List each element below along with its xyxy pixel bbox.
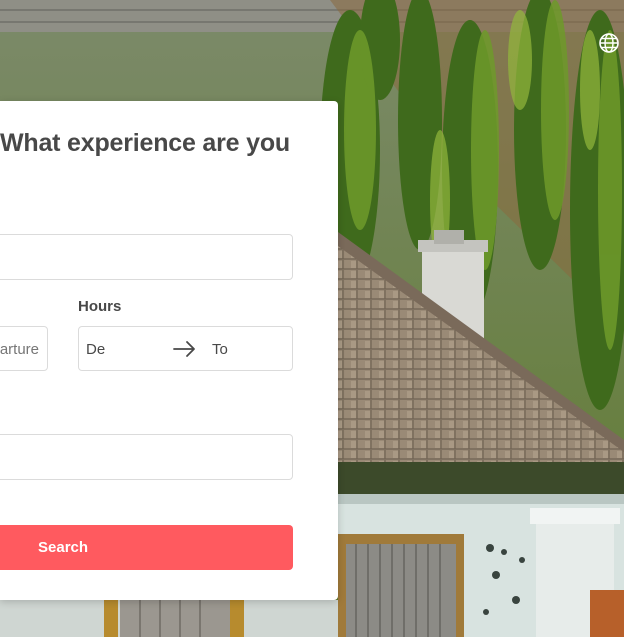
departure-date-input[interactable]: arture <box>0 326 48 371</box>
globe-icon[interactable] <box>598 32 620 54</box>
departure-date-text: arture <box>0 341 39 358</box>
panel-title: What experience are you <box>0 129 290 157</box>
guests-input[interactable] <box>0 434 293 480</box>
search-button[interactable]: Search <box>0 525 293 570</box>
hours-label: Hours <box>78 298 122 315</box>
page: What experience are you e arture Hours D… <box>0 0 624 637</box>
arrow-right-icon <box>173 341 195 357</box>
where-input[interactable]: e <box>0 234 293 280</box>
search-panel: What experience are you e arture Hours D… <box>0 101 338 600</box>
hours-range-input[interactable]: De To <box>78 326 293 371</box>
where-input-text: e <box>0 249 10 266</box>
hours-from-field[interactable]: De <box>86 341 136 358</box>
hours-to-field[interactable]: To <box>212 341 262 358</box>
